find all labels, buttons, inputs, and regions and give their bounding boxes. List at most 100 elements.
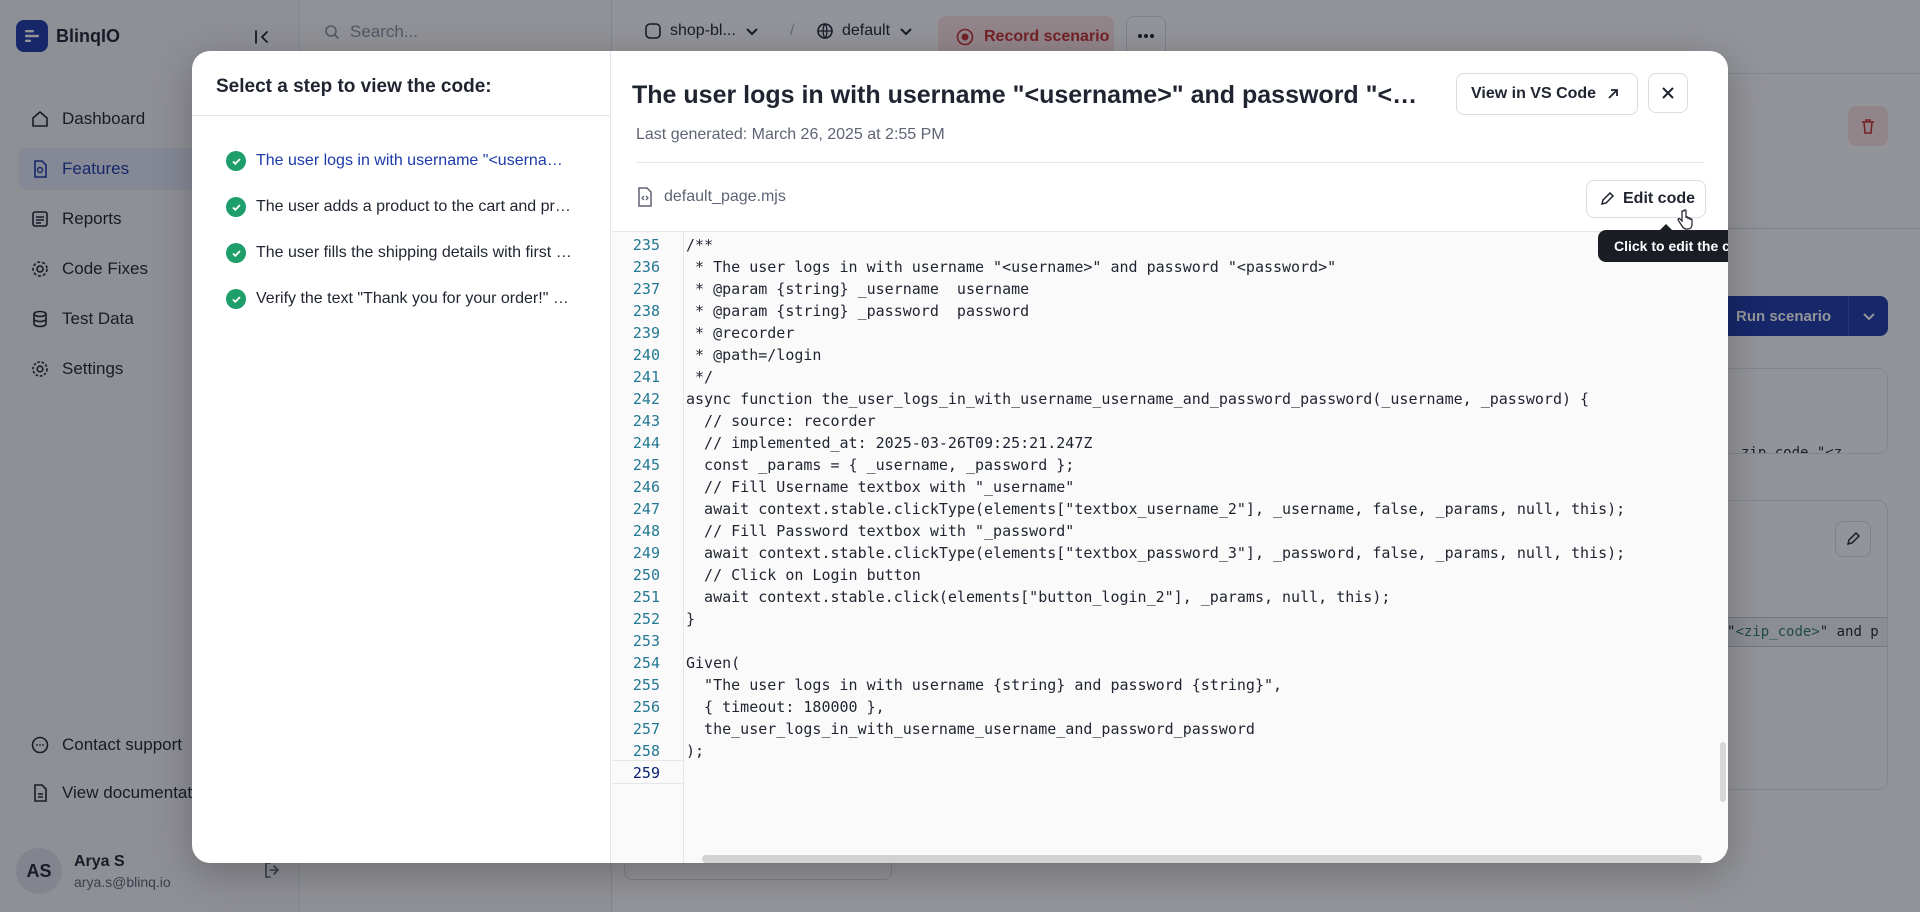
code-pane: The user logs in with username "<usernam… [612,51,1728,863]
code-line: 239 * @recorder [612,322,1712,344]
line-number: 255 [632,676,660,694]
line-content: "The user logs in with username {string}… [686,676,1283,694]
step-item-2[interactable]: The user adds a product to the cart and … [226,184,576,230]
line-content: async function the_user_logs_in_with_use… [686,390,1590,408]
code-line: 237 * @param {string} _username username [612,278,1712,300]
line-number: 257 [632,720,660,738]
line-content: await context.stable.clickType(elements[… [686,500,1626,518]
file-tab[interactable]: default_page.mjs [636,187,786,207]
line-number: 256 [632,698,660,716]
line-content: * @param {string} _password password [686,302,1030,320]
code-title: The user logs in with username "<usernam… [632,81,1422,109]
line-content: * @path=/login [686,346,822,364]
close-icon [1662,87,1674,99]
code-lines: 235 /** 236 * The user logs in with userna… [612,234,1712,784]
line-number: 238 [632,302,660,320]
close-button[interactable] [1648,73,1688,113]
line-content: */ [686,368,714,386]
line-number: 253 [632,632,660,650]
code-line: 258); [612,740,1712,762]
line-content: { timeout: 180000 }, [686,698,885,716]
line-number: 254 [632,654,660,672]
code-line: 254 Given( [612,652,1712,674]
external-link-icon [1608,89,1618,99]
line-content: } [686,610,696,628]
steps-pane: Select a step to view the code: The user… [192,51,611,863]
code-line: 252} [612,608,1712,630]
code-line: 236 * The user logs in with username "<u… [612,256,1712,278]
code-line: 246 // Fill Username textbox with "_user… [612,476,1712,498]
line-number: 241 [632,368,660,386]
code-line: 248 // Fill Password textbox with "_pass… [612,520,1712,542]
pencil-icon [1600,191,1615,206]
code-line: 249 await context.stable.clickType(eleme… [612,542,1712,564]
code-line: 243 // source: recorder [612,410,1712,432]
code-line: 251 await context.stable.click(elements[… [612,586,1712,608]
view-in-vscode-label: View in VS Code [1471,85,1597,102]
file-code-icon [638,187,652,207]
check-circle-icon [226,243,246,263]
check-circle-icon [226,197,246,217]
step-text: The user fills the shipping details with… [256,244,572,261]
line-content: the_user_logs_in_with_username_username_… [686,720,1255,738]
step-list: The user logs in with username "<usernam… [226,138,576,322]
edit-code-label: Edit code [1623,190,1696,207]
step-item-1[interactable]: The user logs in with username "<usernam… [226,138,576,184]
code-line: 259 [612,762,1712,784]
code-viewer-modal: Select a step to view the code: The user… [192,51,1728,863]
line-number: 244 [632,434,660,452]
line-number: 259 [632,764,660,782]
step-text: The user logs in with username "<usernam… [256,152,572,169]
code-line: 255 "The user logs in with username {str… [612,674,1712,696]
line-content: * The user logs in with username "<usern… [686,258,1337,276]
code-line: 256 { timeout: 180000 }, [612,696,1712,718]
code-line: 250 // Click on Login button [612,564,1712,586]
step-item-4[interactable]: Verify the text "Thank you for your orde… [226,276,576,322]
code-line: 247 await context.stable.clickType(eleme… [612,498,1712,520]
code-line: 235 /** [612,234,1712,256]
divider [636,162,1704,163]
step-text: Verify the text "Thank you for your orde… [256,290,572,307]
line-number: 242 [632,390,660,408]
code-line: 238 * @param {string} _password password [612,300,1712,322]
line-number: 237 [632,280,660,298]
check-circle-icon [226,289,246,309]
line-number: 240 [632,346,660,364]
line-content: // Fill Password textbox with "_password… [686,522,1075,540]
line-content: const _params = { _username, _password }… [686,456,1075,474]
step-text: The user adds a product to the cart and … [256,198,572,215]
line-content: * @recorder [686,324,795,342]
line-content: await context.stable.click(elements["but… [686,588,1391,606]
line-number: 236 [632,258,660,276]
step-item-3[interactable]: The user fills the shipping details with… [226,230,576,276]
line-number: 239 [632,324,660,342]
edit-code-tooltip: Click to edit the code [1598,224,1728,262]
check-circle-icon [226,151,246,171]
code-editor[interactable]: 235 /** 236 * The user logs in with userna… [612,231,1728,863]
line-content: // Click on Login button [686,566,921,584]
code-line: 241 */ [612,366,1712,388]
line-number: 248 [632,522,660,540]
last-generated: Last generated: March 26, 2025 at 2:55 P… [636,126,945,143]
line-number: 235 [632,236,660,254]
line-number: 250 [632,566,660,584]
line-number: 247 [632,500,660,518]
code-line: 257 the_user_logs_in_with_username_usern… [612,718,1712,740]
line-number: 252 [632,610,660,628]
view-in-vscode-button[interactable]: View in VS Code [1456,73,1638,115]
horizontal-scrollbar[interactable] [702,855,1702,863]
code-line: 253 [612,630,1712,652]
line-number: 246 [632,478,660,496]
line-content [660,630,686,652]
line-number: 249 [632,544,660,562]
line-content: // source: recorder [686,412,876,430]
line-content: // implemented_at: 2025-03-26T09:25:21.2… [686,434,1093,452]
line-content: Given( [686,654,741,672]
line-number: 251 [632,588,660,606]
line-content: ); [686,742,705,760]
line-content: * @param {string} _username username [686,280,1030,298]
line-number: 245 [632,456,660,474]
line-number: 258 [632,742,660,760]
vertical-scrollbar[interactable] [1720,742,1726,802]
steps-title: Select a step to view the code: [216,76,492,97]
